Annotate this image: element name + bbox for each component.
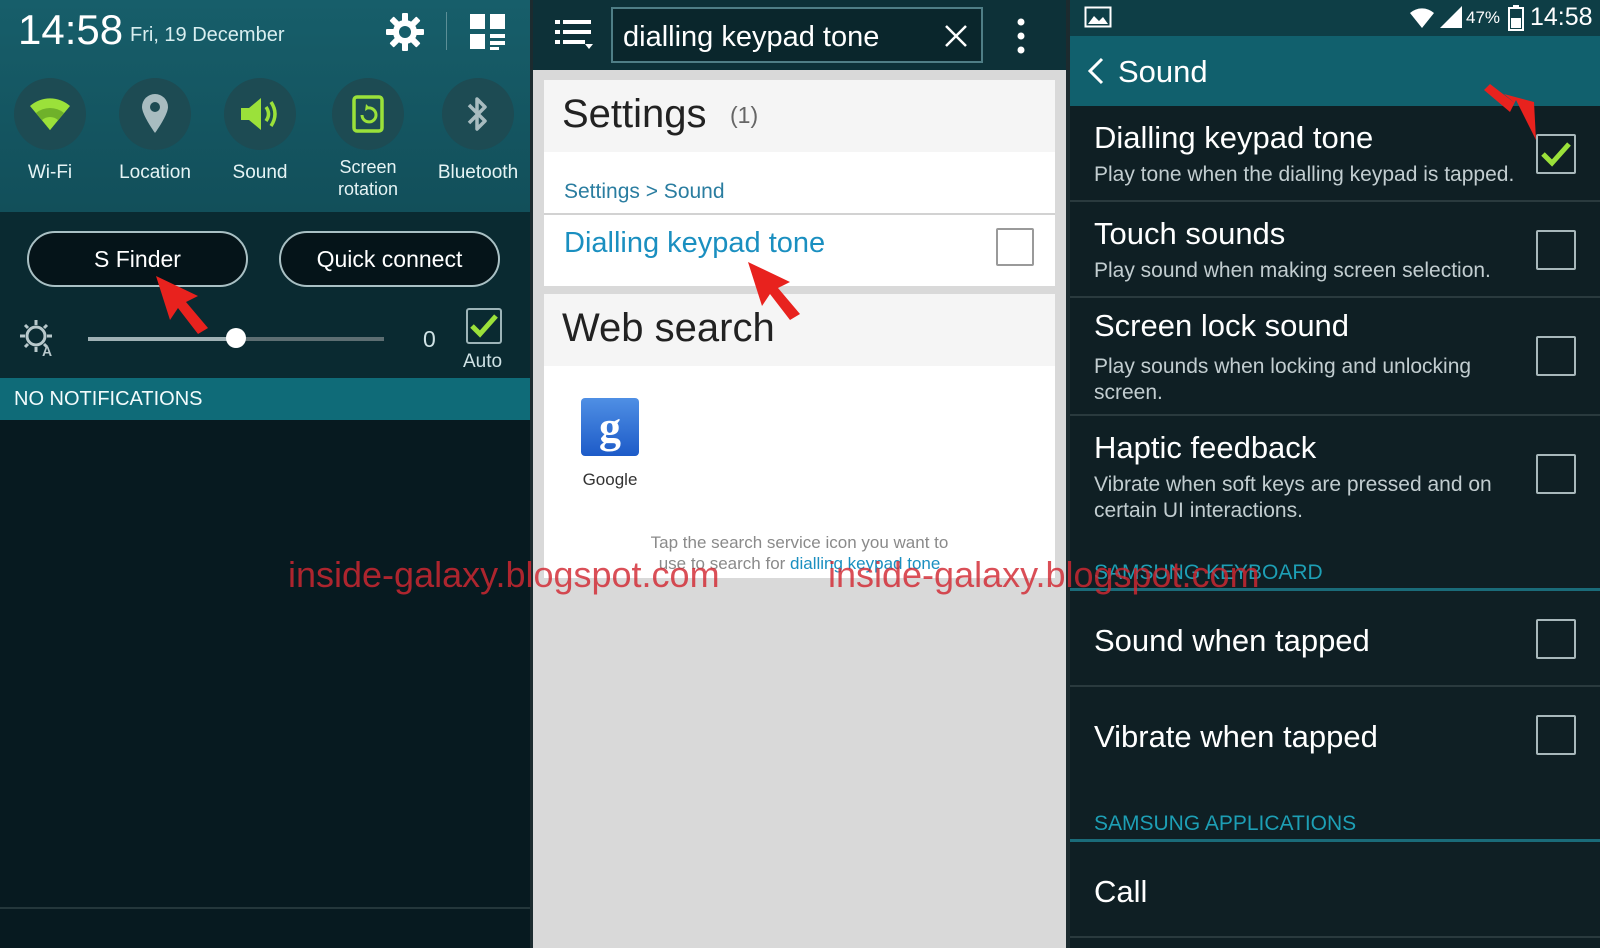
auto-brightness-icon: A: [20, 320, 52, 358]
bluetooth-icon: [467, 97, 487, 131]
breadcrumb: Settings > Sound: [564, 180, 725, 203]
notification-panel: 14:58 Fri, 19 December Wi-Fi Location So…: [0, 0, 530, 948]
back-arrow-icon[interactable]: [1086, 56, 1106, 86]
setting-title: Call: [1094, 874, 1148, 909]
qs-wifi-circle: [14, 78, 86, 150]
red-arrow-icon: [156, 276, 208, 334]
clear-icon[interactable]: [943, 23, 969, 49]
red-arrow-icon: [748, 262, 800, 320]
setting-checkbox[interactable]: [1536, 715, 1576, 755]
checkmark-icon: [1541, 142, 1571, 167]
red-arrow-icon: [1484, 84, 1536, 140]
status-time: 14:58: [18, 6, 124, 53]
setting-checkbox[interactable]: [1536, 134, 1576, 174]
qs-sound-circle: [224, 78, 296, 150]
svg-text:g: g: [599, 403, 621, 452]
status-date: Fri, 19 December: [130, 24, 285, 46]
location-pin-icon: [142, 94, 168, 133]
qs-sound[interactable]: Sound: [210, 78, 310, 184]
setting-call[interactable]: Call: [1070, 842, 1600, 938]
quick-settings-area: 14:58 Fri, 19 December Wi-Fi Location So…: [0, 0, 530, 212]
setting-vibrate-when-tapped[interactable]: Vibrate when tapped: [1070, 687, 1600, 783]
no-notifications-text: NO NOTIFICATIONS: [14, 388, 203, 410]
battery-percent: 47%: [1466, 8, 1501, 27]
setting-sound-when-tapped[interactable]: Sound when tapped: [1070, 591, 1600, 687]
setting-subtitle: Play tone when the dialling keypad is ta…: [1094, 163, 1515, 186]
grid-edit-icon[interactable]: [468, 12, 508, 52]
result-checkbox[interactable]: [996, 228, 1034, 266]
hint-line-1: Tap the search service icon you want to: [650, 533, 949, 552]
battery-icon: [1508, 5, 1524, 31]
screen-rotation-icon: [352, 95, 384, 133]
qs-wifi-label: Wi-Fi: [27, 162, 73, 183]
settings-results-card: Settings (1) Settings > Sound Dialling k…: [544, 80, 1055, 286]
qs-wifi[interactable]: Wi-Fi: [0, 78, 100, 184]
notifications-header: NO NOTIFICATIONS: [0, 378, 530, 420]
gallery-notification-icon: [1084, 6, 1112, 28]
setting-title: Haptic feedback: [1094, 430, 1317, 465]
status-time: 14:58: [1530, 3, 1593, 31]
search-toolbar: dialling keypad tone: [533, 0, 1066, 70]
setting-title: Sound when tapped: [1094, 623, 1370, 658]
setting-screen-lock-sound[interactable]: Screen lock sound Play sounds when locki…: [1070, 298, 1600, 416]
setting-title: Touch sounds: [1094, 216, 1286, 251]
setting-subtitle: Play sounds when locking and unlocking s…: [1094, 355, 1472, 404]
auto-brightness-checkbox[interactable]: [466, 308, 502, 344]
status-bar: 47% 14:58: [1070, 0, 1600, 36]
setting-title: Vibrate when tapped: [1094, 719, 1378, 754]
quick-connect-button[interactable]: Quick connect: [279, 231, 500, 287]
divider: [544, 213, 1055, 215]
setting-checkbox[interactable]: [1536, 336, 1576, 376]
section-header-applications: SAMSUNG APPLICATIONS: [1094, 812, 1357, 835]
qs-location-circle: [119, 78, 191, 150]
gear-icon[interactable]: [383, 10, 427, 54]
watermark: inside-galaxy.blogspot.com: [828, 554, 1260, 595]
qs-bluetooth-label: Bluetooth: [437, 162, 519, 183]
settings-results-header: Settings (1): [544, 80, 1055, 152]
setting-subtitle: Vibrate when soft keys are pressed and o…: [1094, 473, 1492, 522]
svg-text:A: A: [42, 343, 52, 358]
brightness-value: 0: [423, 326, 436, 352]
settings-result-count: (1): [730, 102, 759, 128]
speaker-icon: [241, 98, 277, 130]
divider: [446, 12, 447, 50]
qs-sound-label: Sound: [232, 162, 288, 183]
checkmark-icon: [470, 314, 498, 338]
auto-brightness-label: Auto: [463, 351, 503, 372]
search-query: dialling keypad tone: [623, 21, 880, 53]
s-finder-button[interactable]: S Finder: [27, 231, 248, 287]
qs-location[interactable]: Location: [105, 78, 205, 184]
result-dialling-keypad-tone[interactable]: Dialling keypad tone: [564, 227, 825, 260]
wifi-signal-icon: [1410, 8, 1434, 28]
setting-title: Dialling keypad tone: [1094, 120, 1374, 155]
cell-signal-icon: [1440, 6, 1462, 28]
search-input[interactable]: dialling keypad tone: [611, 7, 983, 63]
google-label: Google: [582, 470, 638, 489]
setting-checkbox[interactable]: [1536, 230, 1576, 270]
brightness-slider-handle[interactable]: [226, 328, 246, 348]
setting-title: Screen lock sound: [1094, 308, 1350, 343]
web-search-card: Web search g Google Tap the search servi…: [544, 294, 1055, 578]
settings-header-title: Settings: [562, 92, 707, 136]
list-menu-icon[interactable]: [555, 18, 595, 52]
search-screen: dialling keypad tone Settings (1) Settin…: [533, 0, 1066, 948]
google-search-button[interactable]: g: [581, 398, 639, 456]
qs-rotation-label: Screen rotation: [337, 157, 399, 199]
qs-screen-rotation[interactable]: Screen rotation: [318, 78, 418, 200]
qs-location-label: Location: [119, 162, 191, 183]
wifi-icon: [30, 98, 70, 130]
qs-rotation-circle: [332, 78, 404, 150]
page-title: Sound: [1118, 54, 1208, 89]
qs-bluetooth[interactable]: Bluetooth: [428, 78, 528, 184]
divider: [0, 907, 530, 909]
google-g-icon: g: [599, 403, 621, 452]
more-options-icon[interactable]: [1015, 16, 1027, 56]
setting-checkbox[interactable]: [1536, 454, 1576, 494]
setting-checkbox[interactable]: [1536, 619, 1576, 659]
setting-haptic-feedback[interactable]: Haptic feedback Vibrate when soft keys a…: [1070, 416, 1600, 546]
setting-touch-sounds[interactable]: Touch sounds Play sound when making scre…: [1070, 202, 1600, 298]
watermark: inside-galaxy.blogspot.com: [288, 554, 720, 595]
qs-bluetooth-circle: [442, 78, 514, 150]
setting-subtitle: Play sound when making screen selection.: [1094, 259, 1491, 282]
